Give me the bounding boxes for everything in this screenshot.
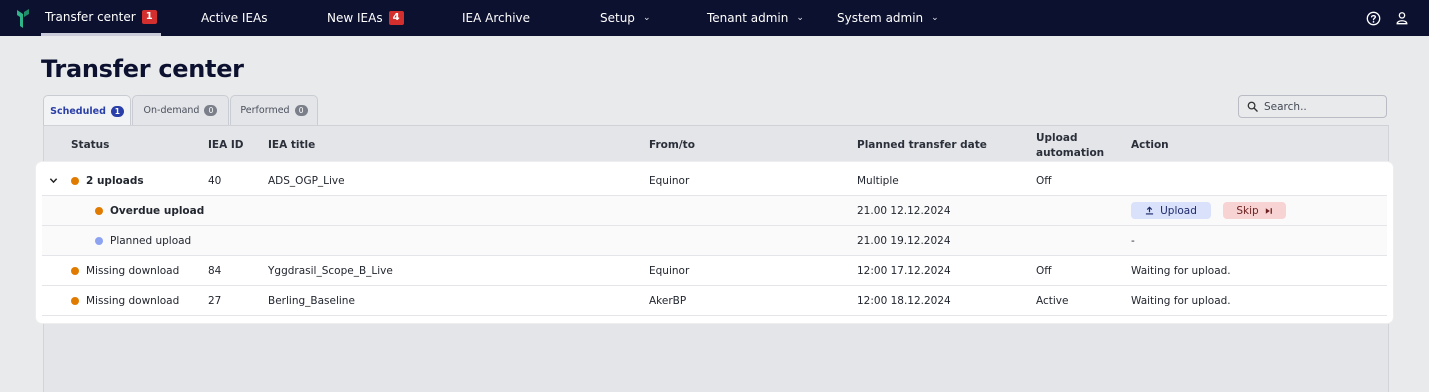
nav-setup-label: Setup bbox=[600, 11, 635, 25]
table-header: Status IEA ID IEA title From/to Planned … bbox=[43, 126, 1387, 162]
page-title: Transfer center bbox=[41, 55, 244, 83]
status-text: Planned upload bbox=[110, 234, 192, 247]
nav-new-ieas-label: New IEAs bbox=[327, 11, 383, 25]
top-navigation-bar: Transfer center 1 Active IEAs New IEAs 4… bbox=[0, 0, 1429, 36]
iea-title-cell: Berling_Baseline bbox=[268, 294, 355, 307]
tab-performed-count: 0 bbox=[294, 105, 308, 116]
status-dot-icon bbox=[71, 176, 79, 185]
nav-new-ieas-badge: 4 bbox=[388, 11, 404, 25]
help-circle-icon[interactable] bbox=[1364, 9, 1382, 27]
table-row-sub: Planned upload 21.00 19.12.2024 - bbox=[42, 226, 1387, 256]
from-to-cell: Equinor bbox=[649, 264, 690, 277]
tab-scheduled[interactable]: Scheduled 1 bbox=[43, 95, 131, 126]
table-row[interactable]: Missing download 27 Berling_Baseline Ake… bbox=[42, 286, 1387, 316]
chevron-down-icon: ⌄ bbox=[642, 13, 651, 23]
status-cell: Missing download bbox=[71, 256, 179, 285]
column-iea-title[interactable]: IEA title bbox=[268, 139, 315, 151]
skip-forward-icon bbox=[1265, 207, 1272, 214]
column-iea-id[interactable]: IEA ID bbox=[208, 139, 243, 151]
action-cell: Upload Skip bbox=[1131, 196, 1286, 225]
upload-button-label: Upload bbox=[1160, 204, 1197, 217]
status-text: Missing download bbox=[86, 264, 180, 277]
column-from-to[interactable]: From/to bbox=[649, 139, 695, 151]
action-cell: Waiting for upload. bbox=[1131, 294, 1231, 307]
nav-transfer-center[interactable]: Transfer center 1 bbox=[41, 0, 161, 36]
iea-title-cell: ADS_OGP_Live bbox=[268, 174, 345, 187]
nav-system-admin-label: System admin bbox=[837, 11, 924, 25]
search-box[interactable] bbox=[1238, 95, 1387, 118]
tab-on-demand-label: On-demand bbox=[143, 105, 200, 116]
planned-date-cell: 12:00 17.12.2024 bbox=[857, 264, 951, 277]
search-icon bbox=[1247, 101, 1258, 112]
tab-performed-label: Performed bbox=[240, 105, 290, 116]
skip-button-label: Skip bbox=[1236, 204, 1259, 217]
upload-button[interactable]: Upload bbox=[1131, 202, 1211, 219]
chevron-down-icon: ⌄ bbox=[931, 13, 939, 23]
status-cell: Planned upload bbox=[95, 226, 191, 255]
tab-scheduled-count: 1 bbox=[110, 105, 124, 117]
search-input[interactable] bbox=[1264, 100, 1374, 113]
status-dot-icon bbox=[71, 266, 79, 275]
nav-setup-menu[interactable]: Setup ⌄ bbox=[600, 0, 650, 36]
upload-icon bbox=[1145, 206, 1154, 215]
status-text: 2 uploads bbox=[86, 174, 144, 187]
status-dot-icon bbox=[95, 206, 103, 215]
planned-date-cell: 12:00 18.12.2024 bbox=[857, 294, 951, 307]
column-planned-transfer-date[interactable]: Planned transfer date bbox=[857, 139, 987, 151]
column-upload-automation[interactable]: Upload automation bbox=[1036, 131, 1116, 161]
from-to-cell: Equinor bbox=[649, 174, 690, 187]
planned-date-cell: Multiple bbox=[857, 174, 899, 187]
nav-tenant-admin-label: Tenant admin bbox=[707, 11, 789, 25]
nav-iea-archive-label: IEA Archive bbox=[462, 11, 531, 25]
iea-id-cell: 40 bbox=[208, 174, 222, 187]
status-text: Missing download bbox=[86, 294, 180, 307]
table-row-sub: Overdue upload 21.00 12.12.2024 Upload S… bbox=[42, 196, 1387, 226]
automation-cell: Off bbox=[1036, 174, 1052, 187]
iea-id-cell: 27 bbox=[208, 294, 222, 307]
tab-on-demand[interactable]: On-demand 0 bbox=[132, 95, 229, 125]
nav-active-ieas-label: Active IEAs bbox=[201, 11, 268, 25]
tab-performed[interactable]: Performed 0 bbox=[230, 95, 318, 125]
nav-transfer-center-label: Transfer center bbox=[45, 9, 136, 24]
nav-new-ieas[interactable]: New IEAs 4 bbox=[327, 0, 404, 36]
nav-transfer-center-badge: 1 bbox=[141, 9, 157, 24]
table-row-group[interactable]: 2 uploads 40 ADS_OGP_Live Equinor Multip… bbox=[42, 166, 1387, 196]
table-row[interactable]: Missing download 84 Yggdrasil_Scope_B_Li… bbox=[42, 256, 1387, 286]
nav-tenant-admin-menu[interactable]: Tenant admin ⌄ bbox=[707, 0, 804, 36]
column-action[interactable]: Action bbox=[1131, 139, 1169, 151]
automation-cell: Off bbox=[1036, 264, 1052, 277]
skip-button[interactable]: Skip bbox=[1223, 202, 1286, 219]
status-cell: Missing download bbox=[71, 286, 179, 315]
nav-system-admin-menu[interactable]: System admin ⌄ bbox=[837, 0, 939, 36]
tab-scheduled-label: Scheduled bbox=[50, 105, 106, 117]
table-body-card: 2 uploads 40 ADS_OGP_Live Equinor Multip… bbox=[36, 162, 1393, 323]
chevron-down-icon[interactable] bbox=[49, 166, 58, 195]
status-cell: Overdue upload bbox=[95, 196, 204, 225]
from-to-cell: AkerBP bbox=[649, 294, 687, 307]
user-icon[interactable] bbox=[1393, 9, 1411, 27]
action-cell: - bbox=[1131, 234, 1135, 247]
iea-id-cell: 84 bbox=[208, 264, 222, 277]
nav-active-ieas[interactable]: Active IEAs bbox=[201, 0, 268, 36]
tab-on-demand-count: 0 bbox=[204, 105, 218, 116]
planned-date-cell: 21.00 12.12.2024 bbox=[857, 204, 951, 217]
planned-date-cell: 21.00 19.12.2024 bbox=[857, 234, 951, 247]
iea-title-cell: Yggdrasil_Scope_B_Live bbox=[268, 264, 393, 277]
app-logo[interactable] bbox=[15, 8, 31, 29]
status-dot-icon bbox=[71, 296, 79, 305]
chevron-down-icon: ⌄ bbox=[796, 13, 804, 23]
column-status[interactable]: Status bbox=[71, 139, 109, 151]
status-cell: 2 uploads bbox=[71, 166, 144, 195]
action-cell: Waiting for upload. bbox=[1131, 264, 1231, 277]
nav-iea-archive[interactable]: IEA Archive bbox=[462, 0, 530, 36]
status-dot-icon bbox=[95, 236, 103, 245]
automation-cell: Active bbox=[1036, 294, 1069, 307]
status-text: Overdue upload bbox=[110, 204, 205, 217]
